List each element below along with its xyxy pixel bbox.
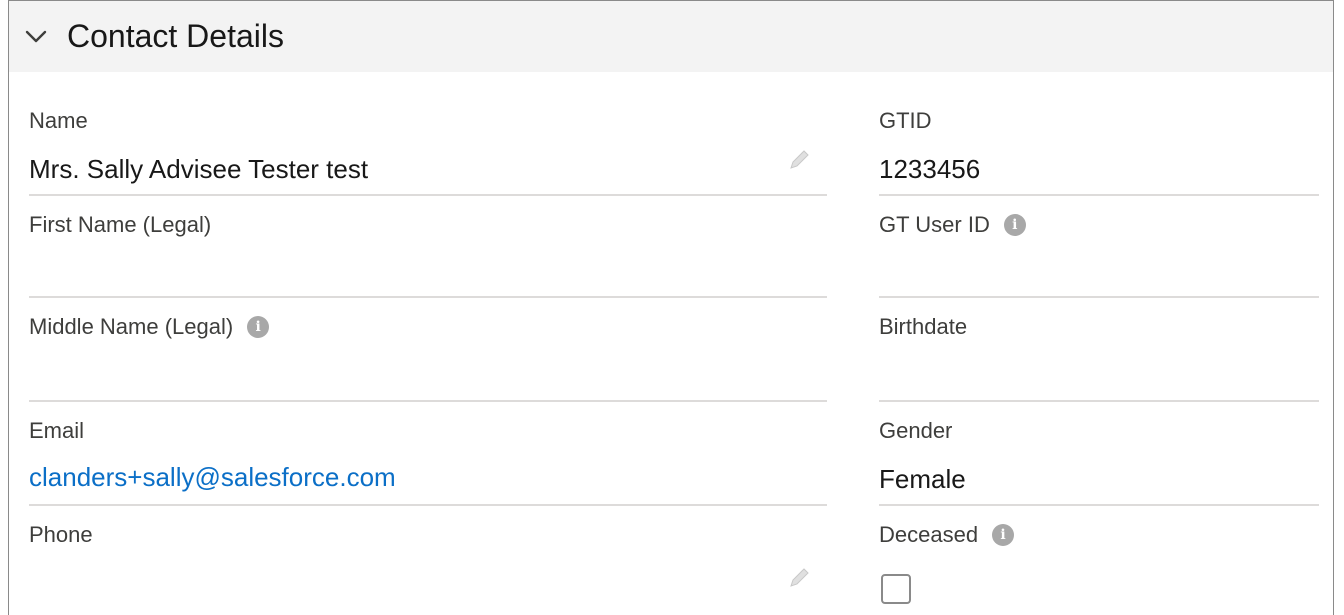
contact-details-card: Contact Details Name Mrs. Sally Advisee … <box>8 0 1334 615</box>
gender-label: Gender <box>879 418 953 443</box>
first-name-legal-label: First Name (Legal) <box>29 212 212 237</box>
field-label: Email <box>29 418 84 444</box>
divider <box>29 194 827 196</box>
pencil-edit-icon[interactable] <box>787 148 811 172</box>
email-link[interactable]: clanders+sally@salesforce.com <box>29 462 396 493</box>
divider <box>29 296 827 298</box>
field-label: Birthdate <box>879 314 967 340</box>
divider <box>29 400 827 402</box>
chevron-down-icon[interactable] <box>23 24 49 50</box>
field-middle-name-legal: Middle Name (Legal) i <box>29 314 827 404</box>
contact-details-section-header[interactable]: Contact Details <box>9 1 1333 72</box>
info-icon[interactable]: i <box>247 316 270 338</box>
divider <box>879 194 1319 196</box>
gtid-label: GTID <box>879 108 932 133</box>
field-first-name-legal: First Name (Legal) <box>29 212 827 302</box>
name-label: Name <box>29 108 88 133</box>
field-label: Name <box>29 108 88 134</box>
field-label: Middle Name (Legal) i <box>29 314 270 340</box>
divider <box>29 504 827 506</box>
field-label: Phone <box>29 522 93 548</box>
gender-value: Female <box>879 464 966 494</box>
field-email: Email clanders+sally@salesforce.com <box>29 418 827 508</box>
field-label: First Name (Legal) <box>29 212 211 238</box>
field-label: Deceased i <box>879 522 1015 548</box>
field-phone: Phone <box>29 522 827 615</box>
field-label: GT User ID i <box>879 212 1026 238</box>
field-name: Name Mrs. Sally Advisee Tester test <box>29 108 827 198</box>
field-gtid: GTID 1233456 <box>879 108 1319 198</box>
middle-name-legal-label: Middle Name (Legal) <box>29 314 234 339</box>
name-value: Mrs. Sally Advisee Tester test <box>29 154 369 184</box>
info-icon[interactable]: i <box>992 524 1015 546</box>
field-birthdate: Birthdate <box>879 314 1319 404</box>
field-label: GTID <box>879 108 932 134</box>
email-label: Email <box>29 418 85 443</box>
field-gender: Gender Female <box>879 418 1319 508</box>
section-title: Contact Details <box>67 18 284 54</box>
birthdate-label: Birthdate <box>879 314 968 339</box>
divider <box>879 504 1319 506</box>
phone-label: Phone <box>29 522 93 547</box>
divider <box>879 400 1319 402</box>
deceased-label: Deceased <box>879 522 979 547</box>
field-deceased: Deceased i <box>879 522 1319 615</box>
field-gt-user-id: GT User ID i <box>879 212 1319 302</box>
divider <box>879 296 1319 298</box>
info-icon[interactable]: i <box>1003 214 1026 236</box>
field-label: Gender <box>879 418 952 444</box>
gt-user-id-label: GT User ID <box>879 212 990 237</box>
pencil-edit-icon[interactable] <box>787 566 811 590</box>
gtid-value: 1233456 <box>879 154 981 184</box>
deceased-checkbox[interactable] <box>881 574 911 604</box>
